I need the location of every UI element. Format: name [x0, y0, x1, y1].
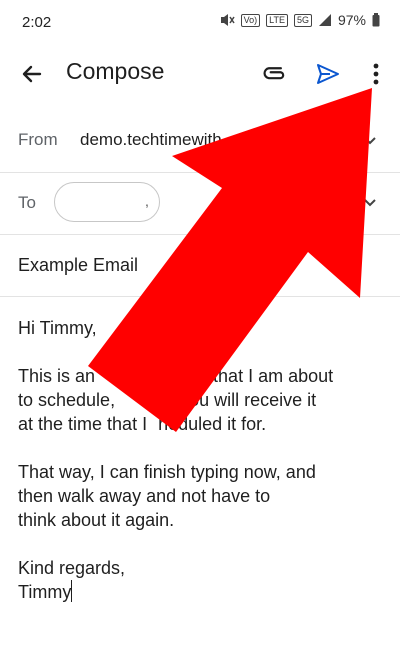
battery-percent: 97%	[337, 12, 366, 28]
text-cursor	[71, 580, 73, 602]
subject-field[interactable]: Example Email	[18, 255, 138, 276]
status-time: 2:02	[22, 14, 52, 31]
status-bar: 2:02 Vo) LTE 5G 97%	[0, 0, 400, 46]
from-label: From	[18, 130, 58, 149]
from-row[interactable]: From demo.techtimewith	[0, 108, 400, 173]
signal-icon	[318, 14, 331, 26]
to-row[interactable]: To ,	[0, 172, 400, 235]
app-bar: Compose	[0, 46, 400, 100]
mute-icon	[220, 14, 235, 26]
lte-label: LTE	[266, 13, 288, 27]
closing: Kind regards, Timmy	[18, 558, 126, 602]
status-icons: Vo) LTE 5G 97%	[219, 12, 380, 28]
recipient-chip[interactable]: ,	[54, 182, 160, 222]
subject-row[interactable]: Example Email	[0, 234, 400, 297]
body-paragraph-1: This is an ll that I am about to schedul…	[18, 366, 334, 434]
back-arrow-icon	[22, 65, 42, 83]
from-account[interactable]: demo.techtimewith	[80, 130, 222, 150]
chevron-down-icon[interactable]	[362, 194, 378, 210]
5g-label: 5G	[293, 13, 312, 27]
chip-mark: ,	[145, 193, 149, 209]
greeting: Hi Timmy,	[18, 318, 97, 338]
more-vert-icon	[373, 63, 379, 85]
send-icon	[317, 64, 339, 84]
send-button[interactable]	[312, 58, 344, 90]
battery-icon	[372, 13, 380, 27]
more-options-button[interactable]	[360, 58, 392, 90]
page-title: Compose	[66, 58, 165, 84]
paperclip-icon	[263, 67, 285, 80]
attach-button[interactable]	[260, 58, 292, 90]
volte-label: Vo)	[240, 13, 261, 27]
back-button[interactable]	[16, 58, 48, 90]
email-body[interactable]: Hi Timmy, This is an ll that I am about …	[18, 316, 388, 628]
to-label: To	[18, 193, 36, 212]
chevron-down-icon[interactable]	[362, 132, 378, 148]
body-paragraph-2: That way, I can finish typing now, and t…	[18, 462, 316, 530]
